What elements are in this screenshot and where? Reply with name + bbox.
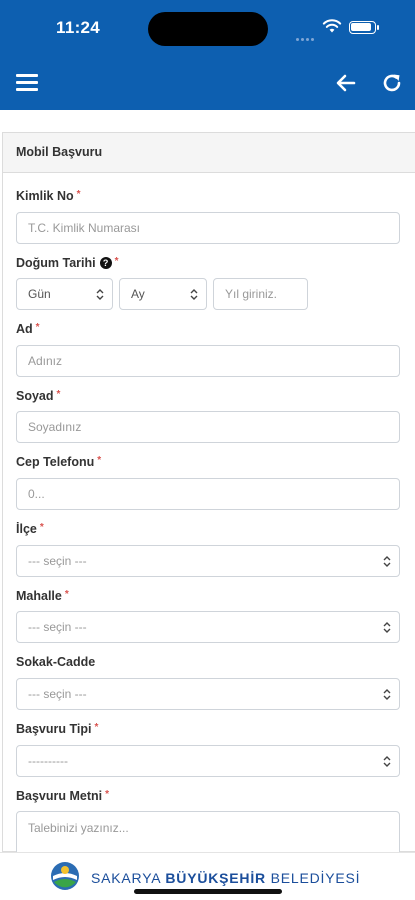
sokak-cadde-label: Sokak-Cadde: [16, 655, 96, 669]
dogum-tarihi-label: Doğum Tarihi? *: [16, 256, 119, 270]
cep-telefonu-label: Cep Telefonu *: [16, 455, 102, 469]
required-mark: *: [39, 522, 44, 533]
chevron-updown-icon: [383, 622, 391, 633]
battery-icon: [349, 21, 379, 34]
app-bar: [0, 56, 415, 110]
wifi-icon: [322, 19, 342, 33]
arrow-left-icon[interactable]: [334, 71, 358, 95]
required-mark: *: [64, 589, 69, 600]
chevron-updown-icon: [383, 556, 391, 567]
municipality-logo-icon: [51, 862, 79, 890]
required-mark: *: [97, 455, 102, 466]
form-title: Mobil Başvuru: [3, 133, 415, 173]
dynamic-island: [148, 12, 268, 46]
sokak-cadde-select[interactable]: --- seçin ---: [16, 678, 400, 710]
required-mark: *: [56, 389, 61, 400]
home-indicator[interactable]: [134, 889, 282, 894]
basvuru-tipi-select[interactable]: ----------: [16, 745, 400, 777]
chevron-updown-icon: [96, 289, 104, 300]
day-select[interactable]: Gün: [16, 278, 113, 310]
kimlik-no-input[interactable]: [16, 212, 400, 244]
status-time: 11:24: [56, 18, 101, 37]
status-bar: 11:24: [0, 0, 415, 56]
ad-input[interactable]: [16, 345, 400, 377]
month-select[interactable]: Ay: [119, 278, 207, 310]
basvuru-tipi-label: Başvuru Tipi *: [16, 722, 99, 736]
hamburger-menu-icon[interactable]: [16, 74, 38, 92]
mahalle-select[interactable]: --- seçin ---: [16, 611, 400, 643]
soyad-label: Soyad *: [16, 389, 61, 403]
ad-label: Ad *: [16, 322, 40, 336]
help-icon[interactable]: ?: [99, 257, 112, 269]
soyad-input[interactable]: [16, 411, 400, 443]
brand-name: SAKARYA BÜYÜKŞEHİR BELEDİYESİ: [91, 870, 361, 886]
required-mark: *: [114, 256, 119, 267]
mahalle-label: Mahalle *: [16, 589, 69, 603]
cep-telefonu-input[interactable]: [16, 478, 400, 510]
chevron-updown-icon: [383, 689, 391, 700]
required-mark: *: [94, 722, 99, 733]
signal-icon: [296, 28, 318, 41]
refresh-icon[interactable]: [380, 71, 404, 95]
ilce-label: İlçe *: [16, 522, 44, 536]
chevron-updown-icon: [383, 756, 391, 767]
kimlik-label: Kimlik No *: [16, 189, 81, 203]
required-mark: *: [105, 789, 110, 800]
required-mark: *: [35, 322, 40, 333]
year-input[interactable]: [213, 278, 308, 310]
ilce-select[interactable]: --- seçin ---: [16, 545, 400, 577]
chevron-updown-icon: [190, 289, 198, 300]
basvuru-metni-label: Başvuru Metni *: [16, 789, 110, 803]
required-mark: *: [76, 189, 81, 200]
